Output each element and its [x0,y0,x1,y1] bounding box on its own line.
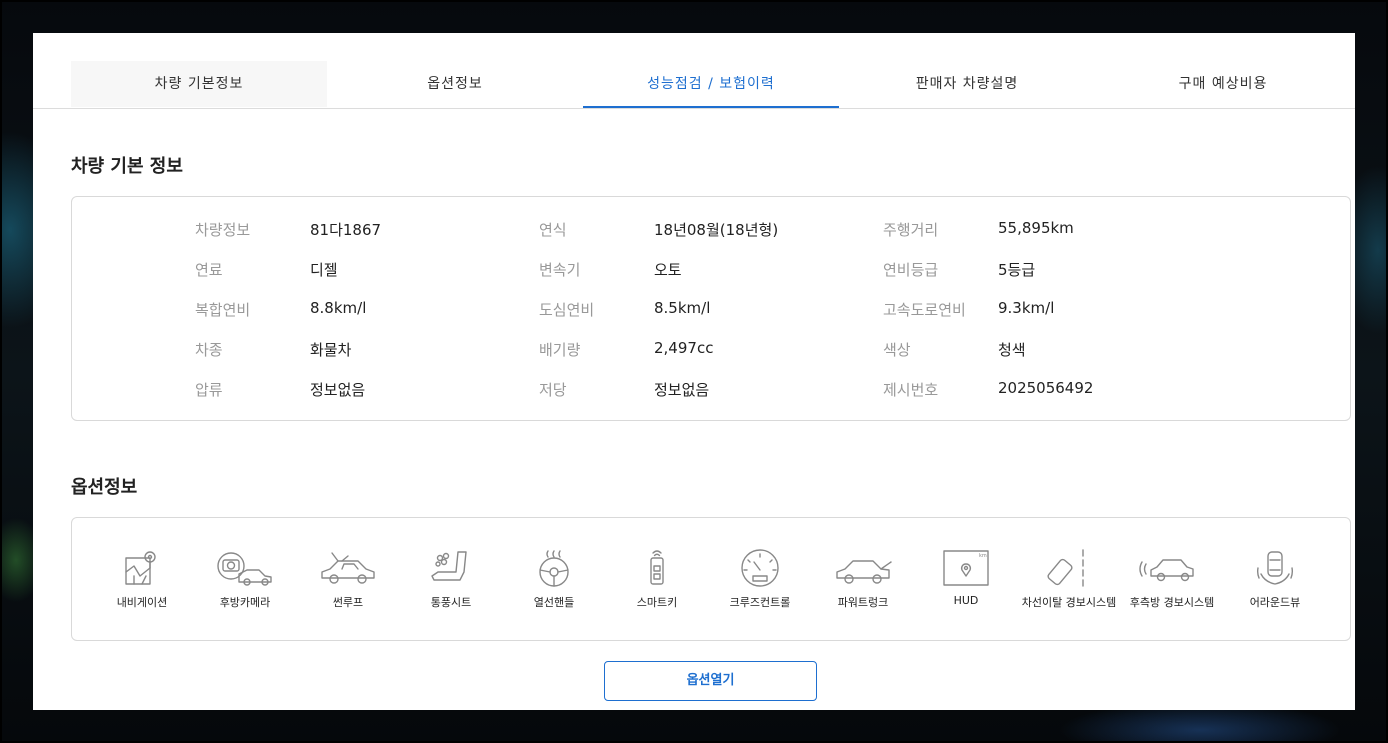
info-label: 복합연비 [195,301,251,319]
info-value: 정보없음 [310,381,366,399]
open-options-button[interactable]: 옵션열기 [604,661,817,701]
option-item: 내비게이션 [92,548,192,610]
options-box: 내비게이션 후방카메라 썬루프 통풍시트 열선핸들 스마트키 크루즈컨트롤 파워트렁크 km HU… [71,517,1351,641]
info-value: 정보없음 [654,381,710,399]
rear-camera-icon [195,548,295,588]
lane-departure-icon [1019,548,1119,588]
info-label: 연료 [195,261,223,279]
options-heading: 옵션정보 [71,477,138,498]
info-value: 9.3km/l [998,299,1055,317]
option-label: HUD [953,594,979,607]
option-item: 파워트렁크 [813,548,913,610]
tab-expected-cost[interactable]: 구매 예상비용 [1095,61,1351,107]
option-label: 썬루프 [332,596,364,609]
option-item: 통풍시트 [401,548,501,610]
info-value: 청색 [998,341,1026,359]
option-item: 크루즈컨트롤 [710,548,810,610]
option-label: 통풍시트 [430,596,472,609]
option-label: 스마트키 [636,596,678,609]
basic-info-heading: 차량 기본 정보 [71,156,183,177]
option-label: 내비게이션 [116,596,168,609]
ventilated-seat-icon [401,548,501,588]
tab-bar: 차량 기본정보 옵션정보 성능점검 / 보험이력 판매자 차량설명 구매 예상비… [33,33,1355,109]
info-label: 주행거리 [883,221,939,239]
info-value: 5등급 [998,261,1036,279]
option-item: 차선이탈 경보시스템 [1019,548,1119,610]
option-label: 차선이탈 경보시스템 [1021,596,1117,609]
info-value: 8.8km/l [310,299,367,317]
info-value: 2,497cc [654,339,714,357]
heated-steering-icon [504,548,604,588]
info-label: 저당 [539,381,567,399]
info-label: 압류 [195,381,223,399]
basic-info-box: 차량정보 81다1867 연식 18년08월(18년형) 주행거리 55,895km 연료 디… [71,196,1351,421]
option-label: 크루즈컨트롤 [729,596,791,609]
info-label: 차종 [195,341,223,359]
info-value: 55,895km [998,219,1074,237]
hud-icon: km [916,548,1016,588]
info-label: 차량정보 [195,221,251,239]
option-item: 어라운드뷰 [1225,548,1325,610]
tab-options[interactable]: 옵션정보 [327,61,583,107]
info-value: 8.5km/l [654,299,711,317]
tab-seller-description[interactable]: 판매자 차량설명 [839,61,1095,107]
info-row: 압류 정보없음 저당 정보없음 제시번호 2025056492 [72,379,1350,403]
info-row: 연료 디젤 변속기 오토 연비등급 5등급 [72,259,1350,283]
option-label: 파워트렁크 [837,596,889,609]
info-row: 복합연비 8.8km/l 도심연비 8.5km/l 고속도로연비 9.3km/l [72,299,1350,323]
option-item: km HUD [916,548,1016,607]
option-item: 후측방 경보시스템 [1122,548,1222,610]
cruise-control-icon [710,548,810,588]
smart-key-icon [607,548,707,588]
blind-spot-icon [1122,548,1222,588]
info-label: 배기량 [539,341,581,359]
content-panel: 차량 기본정보 옵션정보 성능점검 / 보험이력 판매자 차량설명 구매 예상비… [33,33,1355,710]
info-label: 제시번호 [883,381,939,399]
around-view-icon [1225,548,1325,588]
sunroof-icon [298,548,398,588]
tab-inspection-insurance[interactable]: 성능점검 / 보험이력 [583,61,839,108]
info-value: 2025056492 [998,379,1094,397]
option-item: 열선핸들 [504,548,604,610]
option-item: 스마트키 [607,548,707,610]
info-value: 18년08월(18년형) [654,221,779,239]
info-label: 연식 [539,221,567,239]
option-label: 후방카메라 [219,596,271,609]
option-item: 썬루프 [298,548,398,610]
info-row: 차종 화물차 배기량 2,497cc 색상 청색 [72,339,1350,363]
option-label: 후측방 경보시스템 [1129,596,1215,609]
svg-text:km: km [979,553,987,559]
info-label: 연비등급 [883,261,939,279]
info-value: 오토 [654,261,682,279]
option-label: 열선핸들 [533,596,575,609]
info-value: 디젤 [310,261,338,279]
info-value: 화물차 [310,341,352,359]
info-row: 차량정보 81다1867 연식 18년08월(18년형) 주행거리 55,895km [72,219,1350,243]
navigation-icon [92,548,192,588]
power-trunk-icon [813,548,913,588]
info-label: 도심연비 [539,301,595,319]
info-label: 고속도로연비 [883,301,966,319]
info-label: 변속기 [539,261,581,279]
tab-basic-info[interactable]: 차량 기본정보 [71,61,327,107]
info-label: 색상 [883,341,911,359]
option-label: 어라운드뷰 [1249,596,1301,609]
option-item: 후방카메라 [195,548,295,610]
info-value: 81다1867 [310,221,382,239]
